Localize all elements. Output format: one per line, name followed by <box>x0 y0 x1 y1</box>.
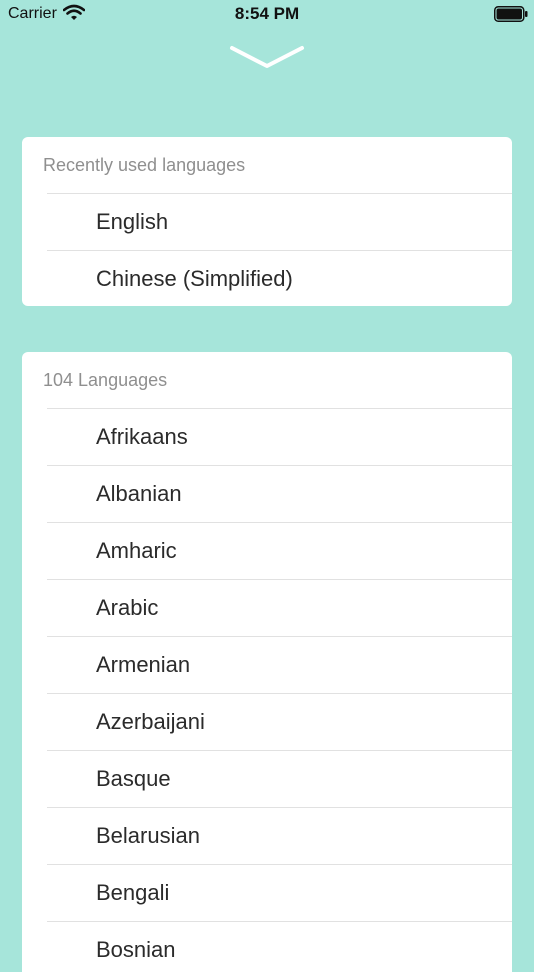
language-label: Albanian <box>96 481 182 506</box>
language-label: Chinese (Simplified) <box>96 266 293 291</box>
language-row-english[interactable]: English <box>47 193 512 250</box>
language-row-albanian[interactable]: Albanian <box>47 465 512 522</box>
language-label: Armenian <box>96 652 191 677</box>
language-row-afrikaans[interactable]: Afrikaans <box>47 408 512 465</box>
language-row-basque[interactable]: Basque <box>47 750 512 807</box>
language-row-chinese-simplified[interactable]: Chinese (Simplified) <box>47 250 512 306</box>
language-row-armenian[interactable]: Armenian <box>47 636 512 693</box>
language-label: Azerbaijani <box>96 709 205 734</box>
status-time: 8:54 PM <box>234 4 300 23</box>
language-row-bengali[interactable]: Bengali <box>47 864 512 921</box>
language-row-bosnian[interactable]: Bosnian <box>47 921 512 972</box>
all-languages-header: 104 Languages <box>43 370 168 390</box>
all-languages-card: 104 Languages Afrikaans Albanian Amharic… <box>22 352 512 972</box>
language-row-amharic[interactable]: Amharic <box>47 522 512 579</box>
status-bar: Carrier 8:54 PM <box>0 0 534 30</box>
language-label: Arabic <box>96 595 159 620</box>
language-row-belarusian[interactable]: Belarusian <box>47 807 512 864</box>
language-label: Bengali <box>96 880 170 905</box>
chevron-down-icon[interactable] <box>228 44 306 70</box>
language-row-azerbaijani[interactable]: Azerbaijani <box>47 693 512 750</box>
recent-languages-card: Recently used languages English Chinese … <box>22 137 512 306</box>
language-row-arabic[interactable]: Arabic <box>47 579 512 636</box>
battery-icon <box>494 6 528 22</box>
language-label: English <box>96 209 169 234</box>
language-label: Afrikaans <box>96 424 188 449</box>
language-label: Bosnian <box>96 937 176 962</box>
language-label: Basque <box>96 766 171 791</box>
language-label: Amharic <box>96 538 177 563</box>
language-label: Belarusian <box>96 823 200 848</box>
recent-languages-header: Recently used languages <box>43 155 246 175</box>
